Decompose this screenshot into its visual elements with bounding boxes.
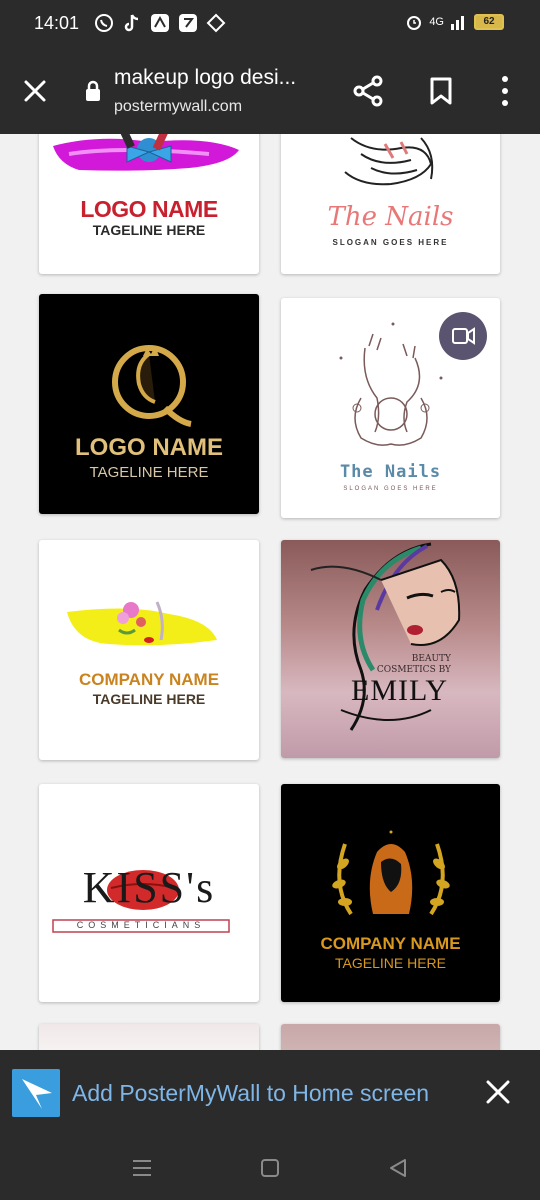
- logo-tagline-text: TAGELINE HERE: [335, 955, 446, 971]
- woman-face-hair-logo-art: [310, 542, 461, 731]
- logo-name-text: LOGO NAME: [80, 196, 218, 222]
- tiktok-icon: [124, 14, 139, 32]
- logo-card-1[interactable]: LOGO NAME TAGELINE HERE: [39, 134, 259, 274]
- close-icon[interactable]: [484, 1078, 512, 1106]
- logo-card-8[interactable]: COMPANY NAME TAGELINE HERE: [281, 784, 500, 1002]
- logo-tagline-text: TAGELINE HERE: [92, 222, 206, 238]
- whatsapp-icon: [95, 14, 113, 32]
- logo-card-5[interactable]: COMPANY NAME TAGELINE HERE: [39, 540, 259, 760]
- logo-name-text: LOGO NAME: [75, 434, 223, 461]
- app-notification-icon: [151, 14, 169, 32]
- alarm-icon: [407, 16, 422, 30]
- navigation-icon: [206, 13, 226, 33]
- yellow-brush-flowers-logo-art: [67, 601, 217, 646]
- close-icon[interactable]: [20, 76, 50, 106]
- logo-name-text: COMPANY NAME: [320, 934, 461, 953]
- bookmark-icon[interactable]: [428, 76, 454, 106]
- page-title: makeup logo desi...: [114, 66, 297, 89]
- status-bar: 14:01 4G 62: [0, 0, 540, 46]
- status-right: 4G 62: [405, 13, 504, 31]
- notification-icons: [94, 13, 226, 33]
- network-type: 4G: [429, 16, 444, 28]
- system-navigation-bar: [0, 1134, 540, 1200]
- recent-apps-icon[interactable]: [130, 1156, 154, 1180]
- add-to-home-banner[interactable]: Add PosterMyWall to Home screen: [0, 1050, 540, 1134]
- logo-card-3[interactable]: LOGO NAME TAGELINE HERE: [39, 294, 259, 514]
- logo-name-text: KISS's: [82, 863, 216, 912]
- more-options-icon[interactable]: [496, 74, 514, 108]
- app-notification-icon-2: [179, 14, 197, 32]
- battery-level: 62: [483, 16, 495, 27]
- results-grid: LOGO NAME TAGELINE HERE The Nails SLOGAN…: [0, 134, 540, 1050]
- logo-name-text: EMILY: [351, 674, 448, 707]
- lock-icon: [86, 80, 100, 101]
- signal-icon: [451, 16, 464, 30]
- video-icon[interactable]: [439, 312, 487, 360]
- logo-name-text: COMPANY NAME: [78, 670, 220, 689]
- logo-name-text: The Nails: [339, 462, 442, 482]
- logo-card-2[interactable]: The Nails SLOGAN GOES HERE: [281, 134, 500, 274]
- logo-card-10[interactable]: [281, 1024, 500, 1050]
- logo-name-text: The Nails: [327, 202, 454, 232]
- logo-tagline-text: TAGELINE HERE: [92, 691, 206, 707]
- logo-card-6[interactable]: BEAUTY COSMETICS BY EMILY: [281, 540, 500, 758]
- logo-tagline-text: SLOGAN GOES HERE: [332, 238, 449, 247]
- status-time: 14:01: [34, 13, 80, 33]
- logo-card-4[interactable]: The Nails SLOGAN GOES HERE: [281, 298, 500, 518]
- logo-card-9[interactable]: [39, 1024, 259, 1050]
- postermywall-app-icon: [12, 1069, 60, 1117]
- back-icon[interactable]: [386, 1156, 410, 1180]
- logo-subtext-1: BEAUTY: [411, 654, 451, 664]
- logo-tagline-text: TAGELINE HERE: [89, 464, 209, 481]
- logo-card-7[interactable]: KISS's COSMETICIANS: [39, 784, 259, 1002]
- golden-q-queen-logo-art: [112, 345, 192, 427]
- home-icon[interactable]: [258, 1156, 282, 1180]
- logo-tagline-text: COSMETICIANS: [76, 920, 206, 930]
- share-icon[interactable]: [352, 74, 386, 108]
- logo-tagline-text: SLOGAN GOES HERE: [343, 486, 438, 492]
- page-url: postermywall.com: [114, 98, 243, 115]
- add-to-home-text[interactable]: Add PosterMyWall to Home screen: [72, 1080, 429, 1107]
- battery-icon: 62: [474, 14, 504, 30]
- browser-toolbar: makeup logo desi... postermywall.com: [0, 46, 540, 134]
